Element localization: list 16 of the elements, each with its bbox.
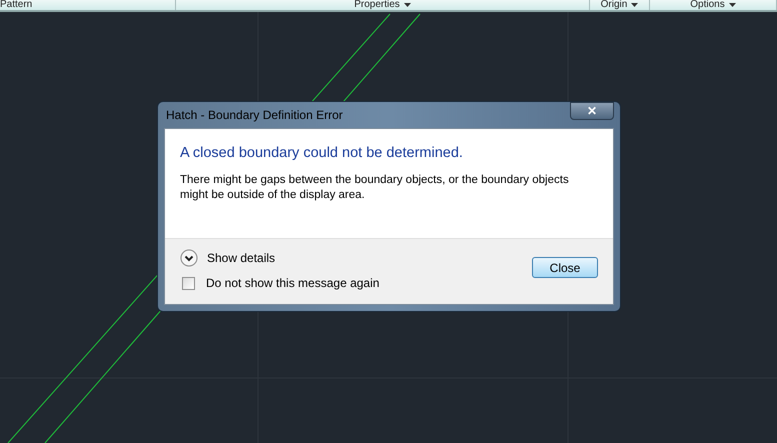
window-title: Hatch - Boundary Definition Error (165, 107, 343, 124)
chevron-down-icon[interactable] (180, 249, 198, 267)
caret-icon[interactable] (728, 3, 736, 8)
panel-label[interactable]: Pattern (0, 0, 32, 10)
panel-label[interactable]: Options (690, 0, 725, 10)
close-button[interactable]: ✕ (570, 102, 614, 120)
show-details-toggle[interactable]: Show details (207, 249, 276, 267)
dialog-heading: A closed boundary could not be determined. (180, 144, 464, 162)
panel-label[interactable]: Properties (354, 0, 400, 10)
checkbox[interactable] (182, 276, 195, 290)
close-button[interactable]: Close (532, 257, 598, 278)
caret-icon[interactable] (404, 3, 411, 8)
panel-label[interactable]: Origin (600, 0, 628, 10)
dialog-message: There might be gaps between the boundary objects, or the boundary objects might be outside of the display area. (180, 173, 570, 203)
checkbox-label: Do not show this message again (206, 275, 380, 292)
caret-icon[interactable] (631, 3, 638, 8)
